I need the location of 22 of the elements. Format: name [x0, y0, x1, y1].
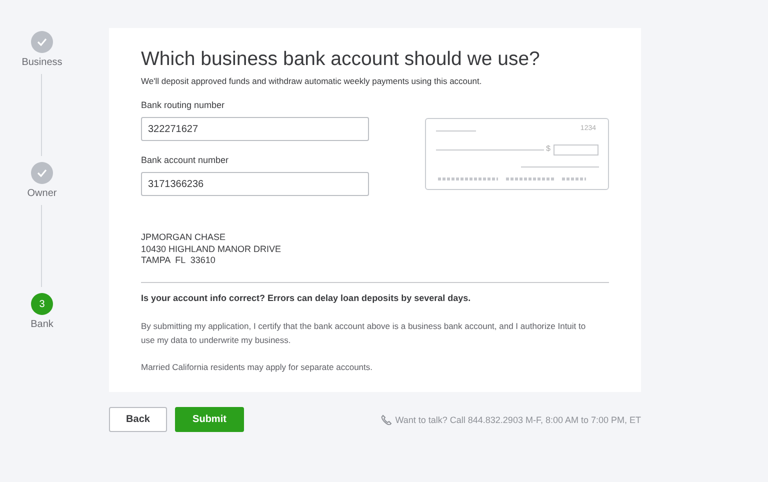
phone-icon [381, 414, 392, 425]
page-subtitle: We'll deposit approved funds and withdraw automatic weekly payments using this account. [141, 76, 483, 86]
field-label: Bank account number [141, 155, 230, 165]
step-label: Business [22, 57, 62, 68]
step-label: Bank [30, 319, 54, 330]
contact-text: Want to talk? Call 844.832.2903 M-F, 8:00 AM to 7:00 PM, ET [395, 414, 641, 424]
checkmark-icon [36, 169, 47, 177]
bank-address-line: TAMPA FL 33610 [141, 255, 216, 266]
page-title: Which business bank account should we use? [141, 48, 541, 71]
back-button[interactable]: Back [109, 407, 167, 432]
checkmark-icon [36, 38, 47, 46]
warning-text: Is your account info correct? Errors can delay loan deposits by several days. [141, 292, 472, 302]
disclaimer-text: Married California residents may apply for separate accounts. [141, 360, 374, 374]
step-label: Owner [27, 188, 57, 199]
field-label: Bank routing number [141, 100, 226, 110]
step-number: 3 [39, 298, 45, 310]
currency-symbol: $ [546, 144, 550, 153]
input-field[interactable]: 322271627 [141, 117, 369, 141]
input-field[interactable]: 3171366236 [141, 172, 369, 196]
bank-address-line: JPMORGAN CHASE [141, 232, 227, 244]
bank-address-line: 10430 HIGHLAND MANOR DRIVE [141, 244, 282, 255]
disclaimer-text: By submitting my application, I certify that the bank account above is a business bank account, and I authorize Intuit to use my data to underwrite my business. [141, 320, 587, 346]
